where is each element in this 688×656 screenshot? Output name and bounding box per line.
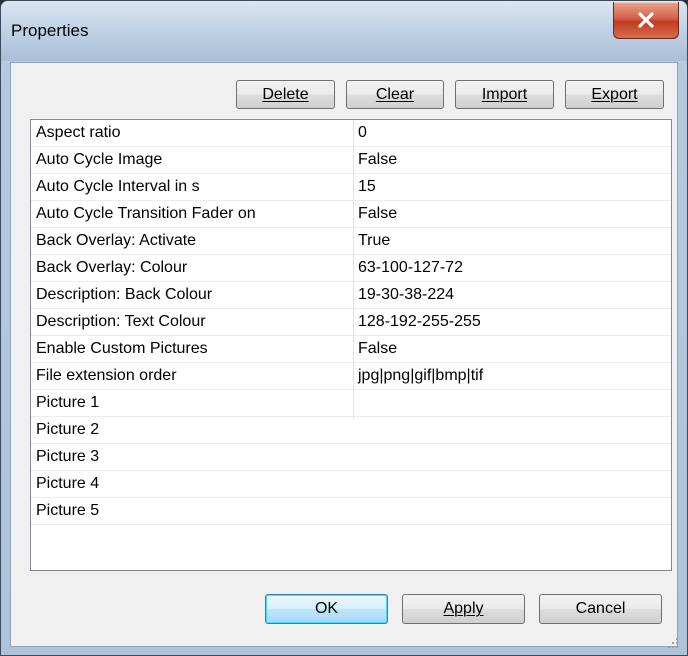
cancel-button[interactable]: Cancel <box>539 594 662 624</box>
property-value[interactable]: 128-192-255-255 <box>358 313 481 331</box>
property-row[interactable]: Description: Back Colour 19-30-38-224 <box>31 282 671 309</box>
resize-grip-icon[interactable] <box>666 636 680 650</box>
property-row[interactable]: Picture 1 <box>31 390 671 417</box>
property-name: Auto Cycle Image <box>36 151 163 168</box>
property-row[interactable]: Picture 4 <box>31 471 671 498</box>
ok-button-label: OK <box>314 600 339 617</box>
apply-button-label: Apply <box>443 600 484 617</box>
property-value[interactable]: jpg|png|gif|bmp|tif <box>358 367 483 385</box>
property-grid[interactable]: Aspect ratio 0 Auto Cycle Image False Au… <box>30 119 672 571</box>
property-row[interactable]: Auto Cycle Image False <box>31 147 671 174</box>
import-button[interactable]: Import <box>455 80 554 109</box>
property-row[interactable]: Picture 5 <box>31 498 671 525</box>
property-row[interactable]: Auto Cycle Transition Fader on False <box>31 201 671 228</box>
property-value[interactable]: 63-100-127-72 <box>358 259 463 277</box>
property-name: Enable Custom Pictures <box>36 340 208 357</box>
export-button[interactable]: Export <box>565 80 664 109</box>
property-name: Auto Cycle Transition Fader on <box>36 205 256 222</box>
close-button[interactable] <box>613 2 679 39</box>
property-value[interactable]: 15 <box>358 178 376 196</box>
property-name: File extension order <box>36 367 177 384</box>
property-name: Picture 4 <box>36 475 100 492</box>
export-button-label: Export <box>591 85 638 103</box>
apply-button[interactable]: Apply <box>402 594 525 624</box>
window-title: Properties <box>11 21 89 40</box>
delete-button[interactable]: Delete <box>236 80 335 109</box>
property-value[interactable]: 19-30-38-224 <box>358 286 454 304</box>
property-row[interactable]: Auto Cycle Interval in s 15 <box>31 174 671 201</box>
clear-button-label: Clear <box>375 85 415 103</box>
property-row[interactable]: Back Overlay: Activate True <box>31 228 671 255</box>
property-name: Auto Cycle Interval in s <box>36 178 200 195</box>
property-name: Picture 2 <box>36 421 100 438</box>
property-name: Picture 3 <box>36 448 100 465</box>
property-name: Back Overlay: Activate <box>36 232 197 249</box>
close-icon <box>637 12 655 28</box>
property-name: Back Overlay: Colour <box>36 259 188 276</box>
property-name: Aspect ratio <box>36 124 121 141</box>
property-name: Description: Text Colour <box>36 313 206 330</box>
property-name: Description: Back Colour <box>36 286 213 303</box>
properties-dialog: Properties Delete Clear Import Export As… <box>0 0 688 656</box>
property-value[interactable]: False <box>358 151 397 169</box>
ok-button[interactable]: OK <box>265 594 388 624</box>
property-row[interactable]: Picture 3 <box>31 444 671 471</box>
property-row[interactable]: Aspect ratio 0 <box>31 120 671 147</box>
clear-button[interactable]: Clear <box>346 80 444 109</box>
cancel-button-label: Cancel <box>575 600 626 617</box>
property-row[interactable]: File extension order jpg|png|gif|bmp|tif <box>31 363 671 390</box>
property-value[interactable]: 0 <box>358 124 367 142</box>
property-row[interactable]: Description: Text Colour 128-192-255-255 <box>31 309 671 336</box>
property-row[interactable]: Enable Custom Pictures False <box>31 336 671 363</box>
title-bar[interactable]: Properties <box>1 1 687 61</box>
property-row[interactable]: Picture 2 <box>31 417 671 444</box>
property-row[interactable]: Back Overlay: Colour 63-100-127-72 <box>31 255 671 282</box>
property-name: Picture 5 <box>36 502 100 519</box>
property-name: Picture 1 <box>36 394 100 411</box>
property-value[interactable]: True <box>358 232 390 250</box>
property-value[interactable]: False <box>358 205 397 223</box>
import-button-label: Import <box>481 85 528 103</box>
delete-button-label: Delete <box>262 85 309 103</box>
property-value[interactable]: False <box>358 340 397 358</box>
